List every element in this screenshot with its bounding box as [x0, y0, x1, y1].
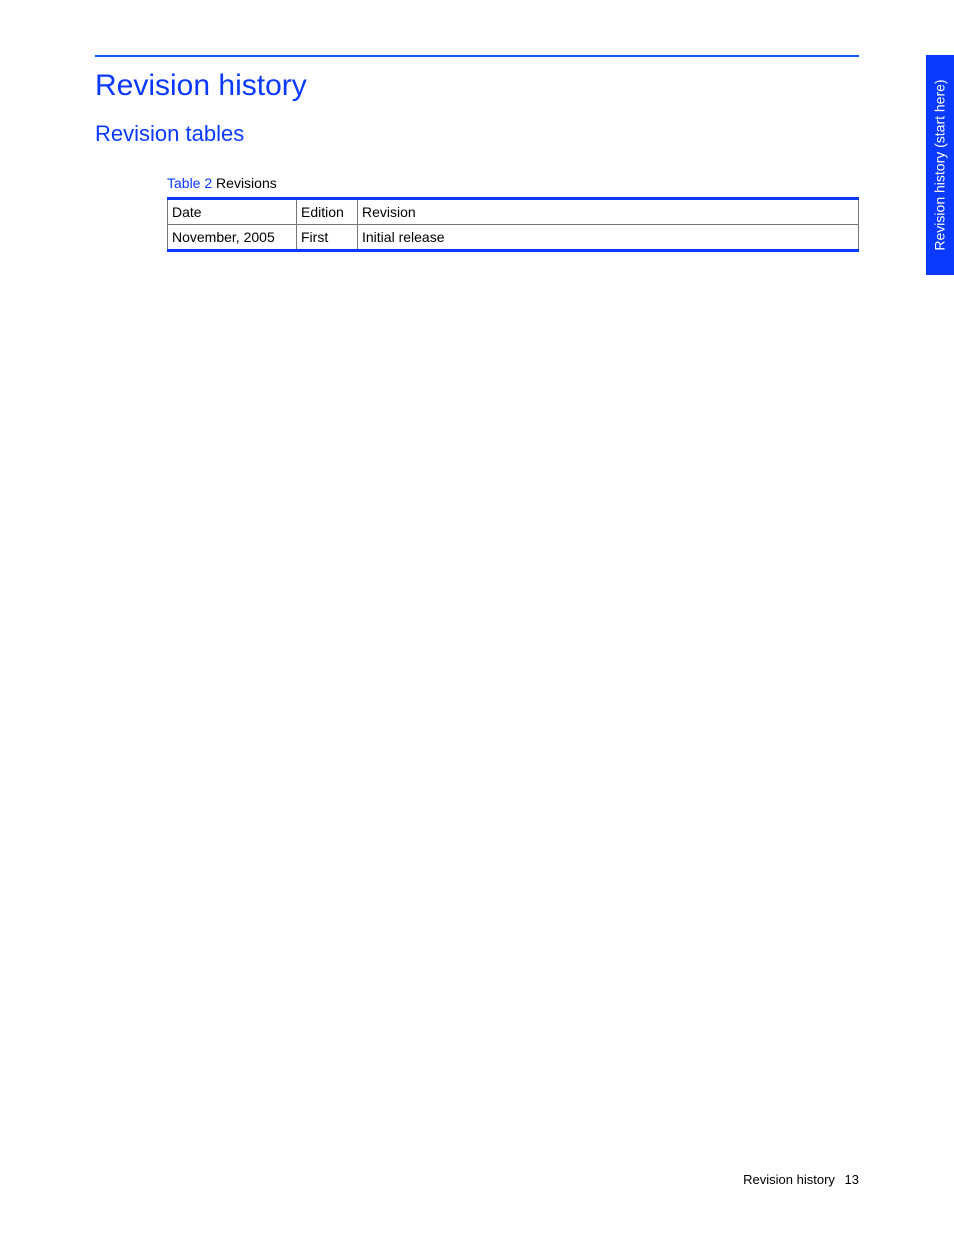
table-cell-revision: Initial release	[358, 225, 859, 251]
section-heading: Revision tables	[95, 121, 859, 147]
page-title: Revision history	[95, 69, 859, 103]
section-side-tab-label: Revision history (start here)	[932, 79, 948, 250]
table-header-edition: Edition	[297, 199, 358, 225]
page-footer: Revision history 13	[743, 1172, 859, 1187]
table-caption-label: Table 2	[167, 175, 212, 191]
revisions-table: Date Edition Revision November, 2005 Fir…	[167, 197, 859, 252]
table-cell-edition: First	[297, 225, 358, 251]
table-header-row: Date Edition Revision	[168, 199, 859, 225]
table-row: November, 2005 First Initial release	[168, 225, 859, 251]
footer-page-number: 13	[845, 1172, 859, 1187]
table-cell-date: November, 2005	[168, 225, 297, 251]
page-content: Revision history Revision tables Table 2…	[95, 55, 859, 1165]
footer-section: Revision history	[743, 1172, 835, 1187]
table-header-date: Date	[168, 199, 297, 225]
table-caption-name: Revisions	[216, 175, 277, 191]
table-caption: Table 2 Revisions	[167, 175, 859, 191]
table-header-revision: Revision	[358, 199, 859, 225]
section-side-tab: Revision history (start here)	[926, 55, 954, 275]
document-page: Revision history Revision tables Table 2…	[0, 0, 954, 1235]
